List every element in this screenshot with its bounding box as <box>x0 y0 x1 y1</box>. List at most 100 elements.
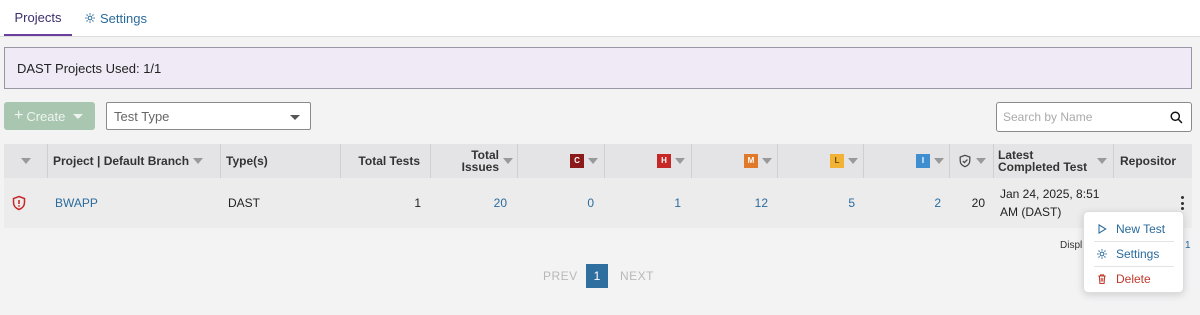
tab-projects[interactable]: Projects <box>4 0 72 36</box>
sort-icon <box>934 158 944 164</box>
project-name: BWAPP <box>55 196 98 210</box>
menu-item-delete[interactable]: Delete <box>1096 269 1151 289</box>
sort-icon <box>588 158 598 164</box>
display-count-text: Displ <box>1060 240 1083 251</box>
total-issues-column-header[interactable]: Total Issues <box>431 144 518 178</box>
types-header-label: Type(s) <box>226 154 268 168</box>
tab-bar: Projects Settings <box>0 0 1200 37</box>
tab-settings-label: Settings <box>100 10 147 26</box>
low-badge: L <box>830 154 844 168</box>
high-count: 1 <box>674 196 681 210</box>
verified-count: 20 <box>971 196 985 210</box>
latest-test-column-header[interactable]: Latest Completed Test <box>994 144 1114 178</box>
info-count-link[interactable]: 2 <box>864 178 941 228</box>
chevron-down-icon <box>290 115 300 120</box>
page-1-label: 1 <box>593 269 601 283</box>
play-icon <box>1098 223 1107 235</box>
trash-icon <box>1098 274 1106 285</box>
status-cell <box>4 178 34 228</box>
low-count-link[interactable]: 5 <box>778 178 855 228</box>
create-button-label: Create <box>26 108 66 124</box>
search-box <box>996 102 1192 132</box>
medium-badge: M <box>744 154 758 168</box>
shield-alert-icon <box>12 195 26 211</box>
row-actions-icon[interactable] <box>1176 196 1188 210</box>
latest-test-header-line2: Completed Test <box>998 160 1088 174</box>
types-value: DAST <box>228 196 261 210</box>
sort-icon <box>503 158 513 164</box>
total-tests-column-header: Total Tests <box>341 144 431 178</box>
total-tests-value: 1 <box>414 196 421 210</box>
sort-icon <box>848 158 858 164</box>
total-issues-header-line2: Issues <box>461 160 499 174</box>
next-page-label: NEXT <box>620 269 655 283</box>
total-issues-header-label: Total Issues <box>462 149 499 173</box>
project-header-label: Project | Default Branch <box>53 154 190 168</box>
high-column-header[interactable]: H <box>605 144 692 178</box>
kebab-dot <box>1180 201 1184 205</box>
total-issues-link[interactable]: 20 <box>431 178 507 228</box>
high-count-link[interactable]: 1 <box>605 178 681 228</box>
test-type-placeholder: Test Type <box>114 108 170 124</box>
prev-page-button[interactable]: PREV <box>543 264 578 288</box>
medium-column-header[interactable]: M <box>692 144 778 178</box>
verified-cell: 20 <box>950 178 985 228</box>
critical-column-header[interactable]: C <box>518 144 605 178</box>
create-button[interactable]: + Create <box>4 102 95 130</box>
menu-item-new-test[interactable]: New Test <box>1096 219 1165 239</box>
display-count-number: 1 <box>1185 240 1191 251</box>
info-badge: I <box>916 154 930 168</box>
latest-test-header-label: Latest Completed Test <box>998 149 1087 173</box>
quota-banner: DAST Projects Used: 1/1 <box>4 47 1192 89</box>
medium-count: 12 <box>754 196 768 210</box>
kebab-dot <box>1180 196 1184 199</box>
menu-item-label: Settings <box>1116 247 1160 261</box>
project-name-link[interactable]: BWAPP <box>55 178 215 228</box>
chevron-down-icon <box>73 113 84 119</box>
low-column-header[interactable]: L <box>778 144 864 178</box>
sort-icon <box>675 158 685 164</box>
quota-text: DAST Projects Used: 1/1 <box>17 60 162 76</box>
search-input[interactable] <box>1003 109 1163 125</box>
page-1-button[interactable]: 1 <box>586 264 608 288</box>
menu-item-settings[interactable]: Settings <box>1096 244 1159 264</box>
test-type-select[interactable]: Test Type <box>106 102 311 130</box>
medium-count-link[interactable]: 12 <box>692 178 768 228</box>
sort-icon <box>1097 158 1108 164</box>
latest-test-line1: Jan 24, 2025, 8:51 <box>1000 187 1100 201</box>
total-tests-header-label: Total Tests <box>358 154 420 168</box>
shield-check-icon <box>959 154 970 168</box>
critical-count-link[interactable]: 0 <box>518 178 594 228</box>
gear-icon <box>1097 249 1107 259</box>
search-icon[interactable] <box>1170 111 1183 124</box>
menu-divider <box>1094 241 1174 242</box>
status-column-header[interactable] <box>4 144 48 178</box>
tab-projects-label: Projects <box>14 9 62 25</box>
gear-icon <box>85 13 95 23</box>
critical-badge: C <box>570 154 584 168</box>
menu-item-label: Delete <box>1116 272 1151 286</box>
sort-icon <box>975 158 986 164</box>
info-count: 2 <box>934 196 941 210</box>
types-column-header: Type(s) <box>221 144 341 178</box>
projects-table: Project | Default Branch Type(s) Total T… <box>4 144 1192 228</box>
total-tests-cell: 1 <box>341 178 421 228</box>
info-column-header[interactable]: I <box>864 144 950 178</box>
repository-column-header: Repositor <box>1114 144 1178 178</box>
repository-header-label: Repositor <box>1120 154 1177 168</box>
sort-icon <box>193 158 204 164</box>
low-count: 5 <box>848 196 855 210</box>
project-column-header[interactable]: Project | Default Branch <box>48 144 221 178</box>
kebab-dot <box>1180 207 1184 210</box>
critical-count: 0 <box>587 196 594 210</box>
verified-column-header[interactable] <box>950 144 994 178</box>
sort-icon <box>20 158 31 164</box>
next-page-button[interactable]: NEXT <box>620 264 654 288</box>
row-actions-menu: New Test Settings Delete <box>1083 211 1184 293</box>
plus-icon: + <box>14 107 24 124</box>
types-cell: DAST <box>228 178 328 228</box>
total-issues-value: 20 <box>493 196 507 210</box>
tab-settings[interactable]: Settings <box>84 0 147 36</box>
menu-divider <box>1094 266 1174 267</box>
menu-item-label: New Test <box>1116 222 1166 236</box>
